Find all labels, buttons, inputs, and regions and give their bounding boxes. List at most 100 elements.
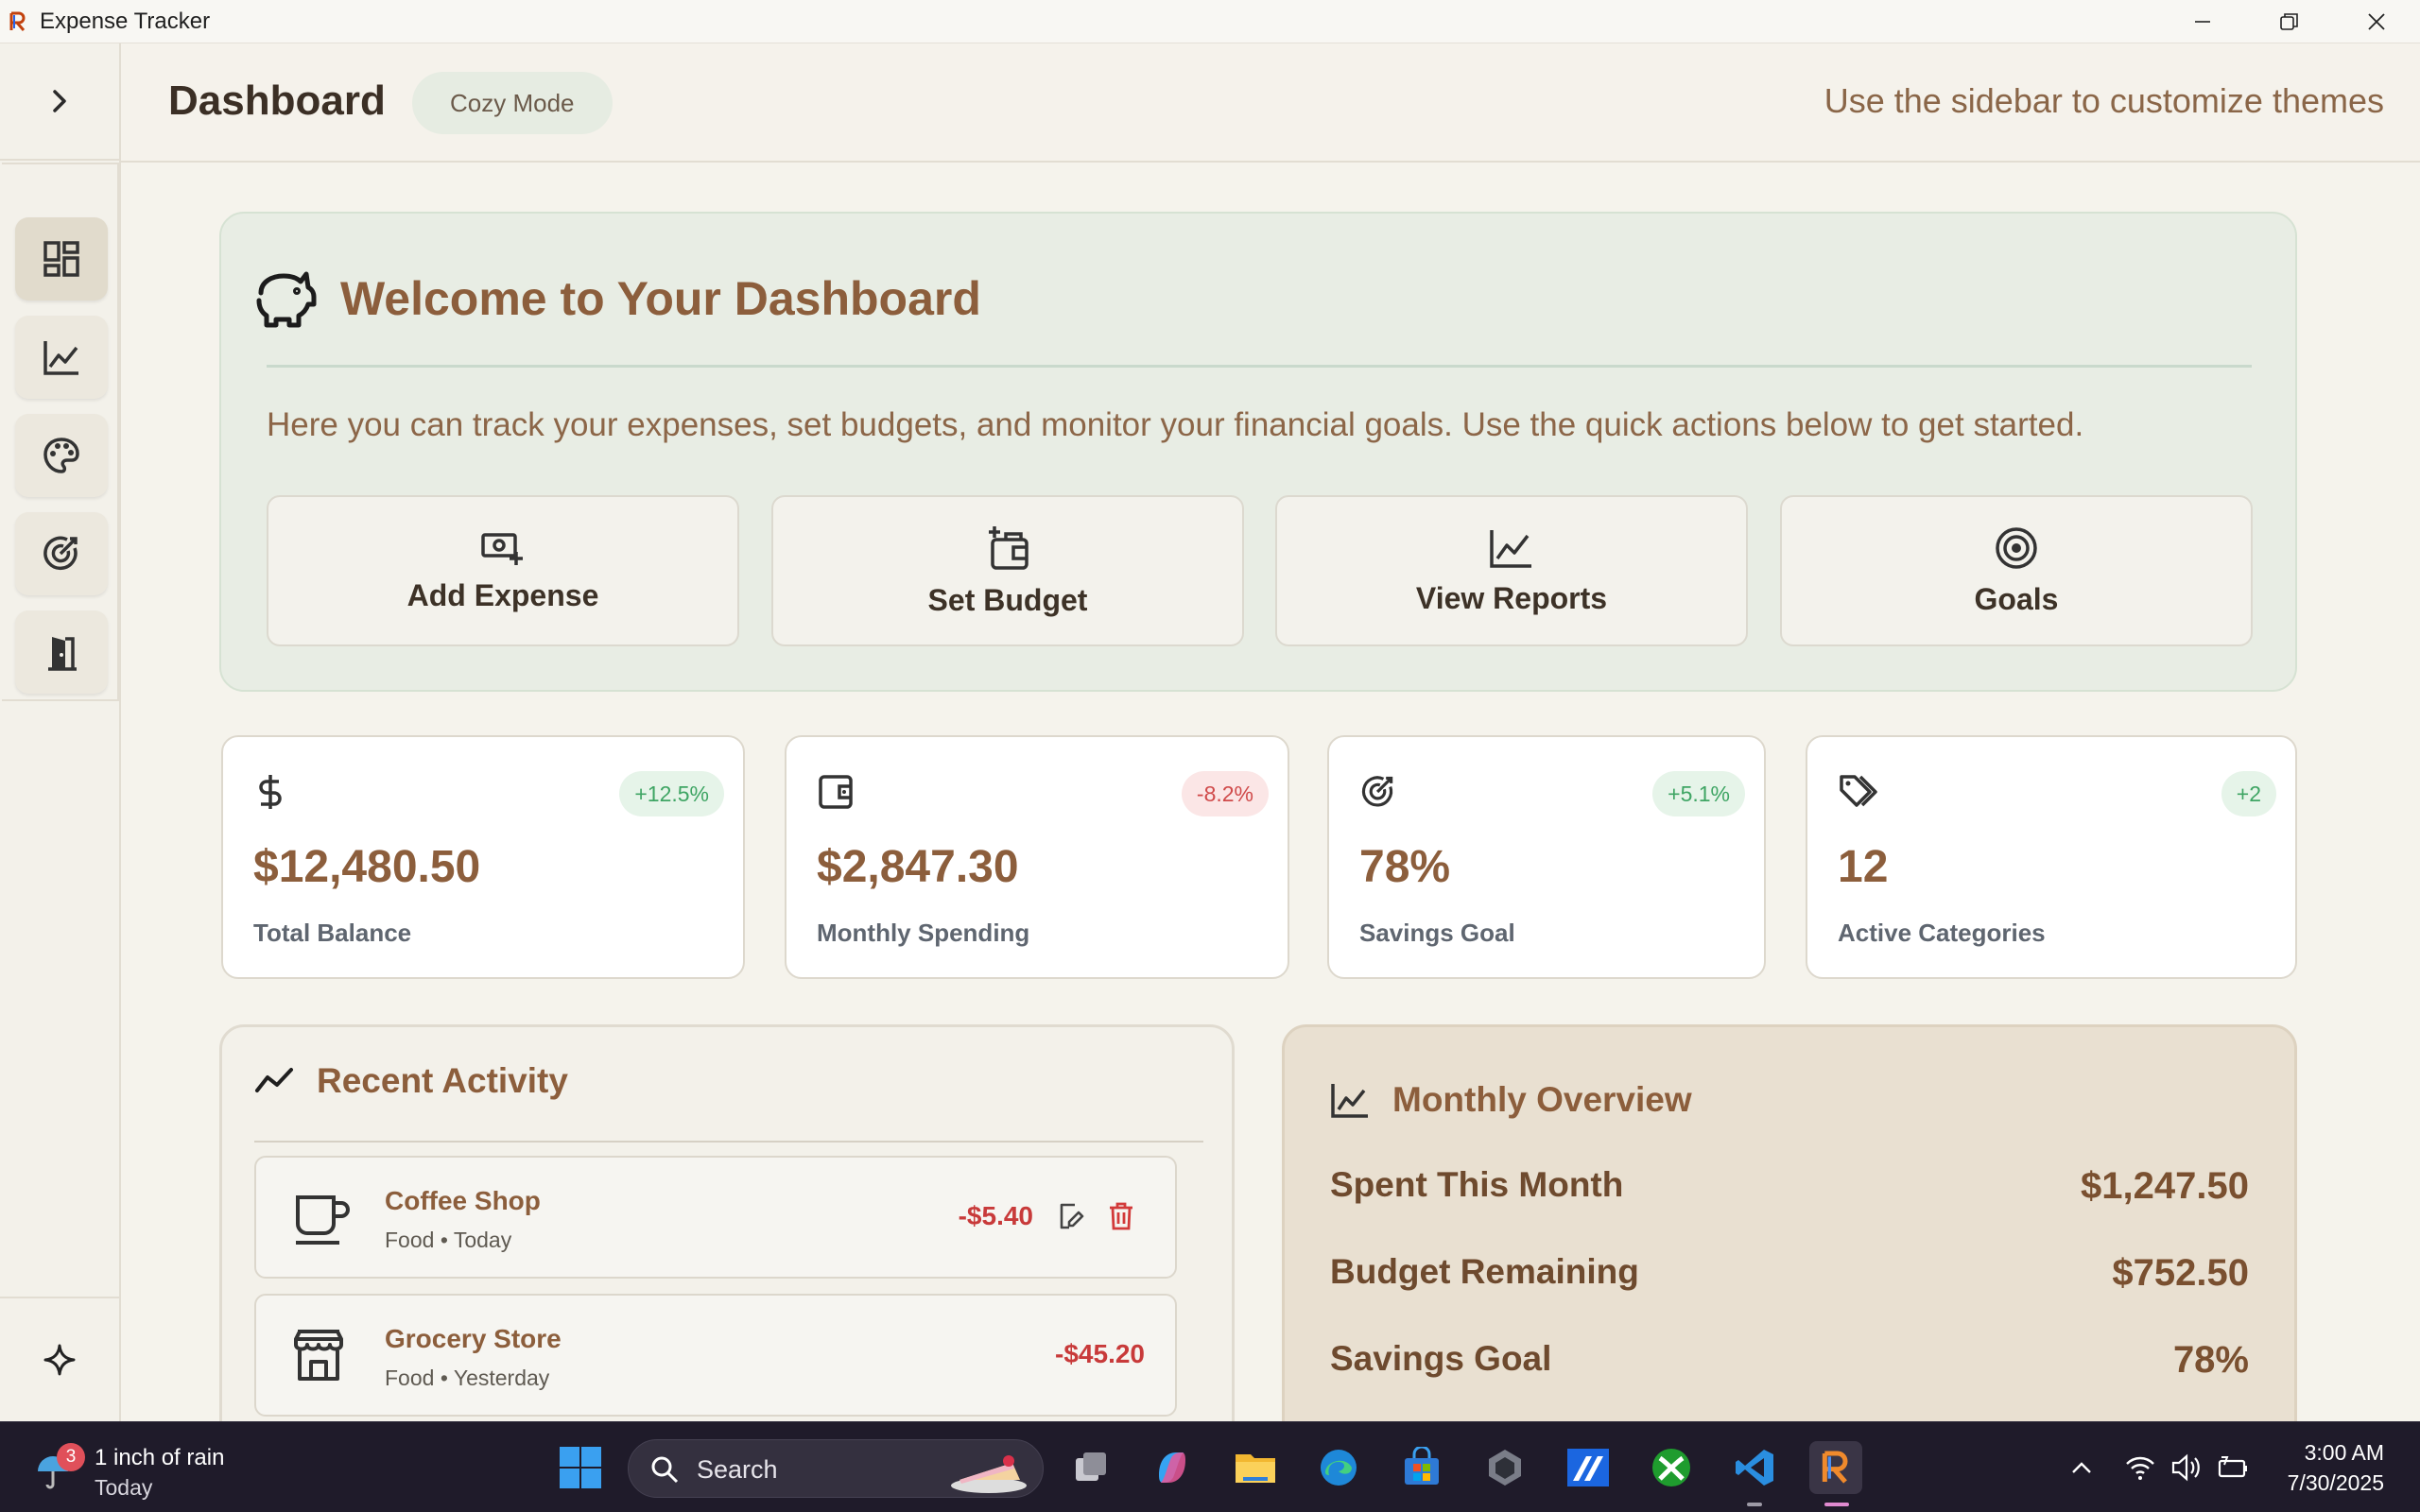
sparkle-icon bbox=[43, 1344, 76, 1376]
divider bbox=[267, 365, 2252, 368]
door-exit-icon bbox=[48, 637, 77, 671]
welcome-title: Welcome to Your Dashboard bbox=[340, 272, 981, 325]
active-indicator bbox=[1824, 1503, 1849, 1506]
overview-row: Spent This Month $1,247.50 bbox=[1330, 1165, 2249, 1208]
close-icon bbox=[2368, 13, 2385, 30]
target-icon bbox=[1996, 526, 2037, 569]
taskbar-search[interactable]: Search bbox=[628, 1439, 1044, 1498]
battery-charging-icon bbox=[2218, 1456, 2247, 1478]
activity-name: Grocery Store bbox=[385, 1324, 562, 1353]
activity-item[interactable]: Coffee Shop Food • Today -$5.40 bbox=[254, 1156, 1177, 1279]
task-view-icon bbox=[1076, 1452, 1106, 1481]
restore-button[interactable] bbox=[2246, 0, 2333, 43]
goals-button[interactable]: Goals bbox=[1780, 495, 2253, 646]
stat-label: Monthly Spending bbox=[817, 919, 1030, 947]
battery-button[interactable] bbox=[2206, 1441, 2259, 1494]
store-icon bbox=[294, 1330, 343, 1381]
trash-icon[interactable] bbox=[1107, 1201, 1135, 1231]
trending-icon bbox=[255, 1068, 293, 1092]
restore-icon bbox=[2280, 13, 2298, 30]
vscode-icon bbox=[1736, 1450, 1773, 1486]
edge-button[interactable] bbox=[1312, 1441, 1365, 1494]
dollar-icon bbox=[259, 775, 282, 809]
set-budget-label: Set Budget bbox=[927, 582, 1088, 617]
coffee-cup-icon bbox=[296, 1195, 350, 1245]
activity-amount: -$45.20 bbox=[1055, 1339, 1145, 1368]
chevron-right-icon bbox=[53, 90, 66, 112]
activity-name: Coffee Shop bbox=[385, 1186, 541, 1215]
close-button[interactable] bbox=[2333, 0, 2420, 43]
overview-value: 78% bbox=[2172, 1339, 2249, 1381]
sidebar-item-dashboard[interactable] bbox=[15, 217, 108, 301]
store-button[interactable] bbox=[1395, 1441, 1448, 1494]
prism-app-icon bbox=[1489, 1450, 1521, 1486]
theme-hint: Use the sidebar to customize themes bbox=[1824, 81, 2384, 120]
running-indicator bbox=[1747, 1503, 1762, 1506]
weather-text: 1 inch of rain bbox=[95, 1445, 225, 1470]
task-view-button[interactable] bbox=[1064, 1441, 1117, 1494]
stat-value: 78% bbox=[1359, 842, 1451, 892]
target-icon bbox=[43, 536, 78, 571]
minimize-button[interactable] bbox=[2159, 0, 2246, 43]
activity-item[interactable]: Grocery Store Food • Yesterday -$45.20 bbox=[254, 1294, 1177, 1417]
volume-icon bbox=[2171, 1453, 2200, 1482]
sidebar-expand-button[interactable] bbox=[0, 43, 119, 161]
folder-icon bbox=[1236, 1454, 1275, 1483]
view-reports-button[interactable]: View Reports bbox=[1275, 495, 1748, 646]
monthly-overview-title: Monthly Overview bbox=[1392, 1080, 1692, 1119]
file-explorer-button[interactable] bbox=[1229, 1441, 1282, 1494]
show-hidden-icons-button[interactable] bbox=[2055, 1441, 2108, 1494]
goals-label: Goals bbox=[1974, 581, 2059, 616]
add-expense-button[interactable]: Add Expense bbox=[267, 495, 739, 646]
monthly-overview-panel: Monthly Overview Spent This Month $1,247… bbox=[1282, 1024, 2297, 1421]
sidebar-item-themes[interactable] bbox=[15, 414, 108, 497]
sidebar-item-reports[interactable] bbox=[15, 316, 108, 399]
target-icon bbox=[1361, 776, 1393, 807]
overview-value: $752.50 bbox=[2112, 1252, 2249, 1294]
search-icon bbox=[651, 1456, 679, 1484]
change-badge: -8.2% bbox=[1181, 771, 1269, 816]
page-title: Dashboard bbox=[168, 77, 386, 124]
app-button-blue[interactable] bbox=[1562, 1441, 1615, 1494]
copilot-button[interactable] bbox=[1146, 1441, 1199, 1494]
activity-meta: Food • Yesterday bbox=[385, 1366, 550, 1390]
xbox-icon bbox=[1652, 1449, 1690, 1486]
sidebar-item-goals[interactable] bbox=[15, 512, 108, 595]
stat-label: Total Balance bbox=[253, 919, 412, 947]
window-title: Expense Tracker bbox=[40, 8, 211, 34]
change-badge: +12.5% bbox=[619, 771, 724, 816]
recent-activity-title: Recent Activity bbox=[317, 1061, 568, 1100]
chevron-up-icon bbox=[2072, 1462, 2091, 1473]
clock[interactable]: 3:00 AM 7/30/2025 bbox=[2288, 1437, 2384, 1498]
set-budget-button[interactable]: Set Budget bbox=[771, 495, 1244, 646]
wifi-icon bbox=[2126, 1456, 2154, 1480]
app-button-prism[interactable] bbox=[1478, 1441, 1531, 1494]
welcome-card: Welcome to Your Dashboard Here you can t… bbox=[219, 212, 2297, 692]
chart-line-icon bbox=[1490, 529, 1531, 568]
ms-app-icon bbox=[1567, 1449, 1609, 1486]
start-button[interactable] bbox=[554, 1441, 607, 1494]
cake-icon bbox=[951, 1455, 1027, 1493]
edit-icon[interactable] bbox=[1056, 1201, 1086, 1231]
stat-card-savings-goal: +5.1% 78% Savings Goal bbox=[1327, 735, 1766, 979]
cash-plus-icon bbox=[481, 532, 523, 565]
overview-label: Budget Remaining bbox=[1330, 1252, 1639, 1291]
sidebar-nav bbox=[2, 163, 119, 701]
wifi-button[interactable] bbox=[2114, 1441, 2167, 1494]
vscode-button[interactable] bbox=[1728, 1441, 1781, 1494]
cozy-mode-badge[interactable]: Cozy Mode bbox=[412, 72, 613, 134]
palette-icon bbox=[43, 438, 79, 473]
dashboard-icon bbox=[43, 241, 79, 277]
xbox-button[interactable] bbox=[1645, 1441, 1698, 1494]
sidebar-item-logout[interactable] bbox=[15, 610, 108, 694]
ai-assistant-button[interactable] bbox=[0, 1297, 119, 1421]
change-badge: +2 bbox=[2221, 771, 2276, 816]
stat-label: Active Categories bbox=[1838, 919, 2046, 947]
clock-date: 7/30/2025 bbox=[2287, 1470, 2384, 1495]
main-content: Welcome to Your Dashboard Here you can t… bbox=[121, 163, 2420, 1421]
expense-tracker-taskbar-button[interactable] bbox=[1809, 1441, 1862, 1494]
stat-card-active-categories: +2 12 Active Categories bbox=[1806, 735, 2297, 979]
change-badge: +5.1% bbox=[1652, 771, 1745, 816]
weather-widget[interactable]: 3 1 inch of rain Today bbox=[28, 1439, 255, 1500]
stat-card-total-balance: +12.5% $12,480.50 Total Balance bbox=[221, 735, 745, 979]
